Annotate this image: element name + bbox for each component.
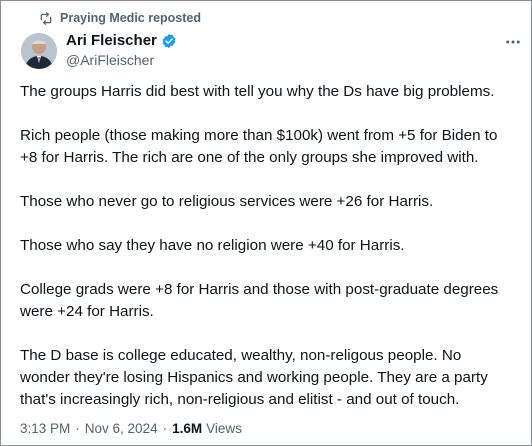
meta-separator: · bbox=[162, 421, 168, 436]
tweet-paragraph: The D base is college educated, wealthy,… bbox=[20, 347, 488, 408]
repost-text: Praying Medic reposted bbox=[60, 11, 202, 25]
views-label[interactable]: Views bbox=[206, 421, 242, 436]
more-options-button[interactable] bbox=[502, 31, 524, 53]
tweet-time[interactable]: 3:13 PM bbox=[20, 421, 70, 436]
tweet-meta: 3:13 PM · Nov 6, 2024 · 1.6M Views bbox=[20, 421, 242, 436]
tweet-card: Praying Medic reposted Ari Fleischer @Ar… bbox=[0, 0, 532, 446]
avatar-image bbox=[21, 33, 57, 69]
meta-separator: · bbox=[75, 421, 80, 436]
tweet-paragraph: Those who never go to religious services… bbox=[20, 193, 434, 210]
tweet-paragraph: Rich people (those making more than $100… bbox=[20, 127, 498, 166]
tweet-paragraph: College grads were +8 for Harris and tho… bbox=[20, 281, 499, 320]
author-name-row[interactable]: Ari Fleischer bbox=[66, 32, 177, 49]
repost-indicator[interactable]: Praying Medic reposted bbox=[39, 11, 201, 25]
repost-icon bbox=[40, 11, 52, 25]
tweet-paragraph: The groups Harris did best with tell you… bbox=[20, 83, 495, 100]
tweet-date[interactable]: Nov 6, 2024 bbox=[85, 421, 158, 436]
author-handle[interactable]: @AriFleischer bbox=[66, 52, 154, 68]
tweet-paragraph: Those who say they have no religion were… bbox=[20, 237, 405, 254]
verified-badge-icon bbox=[161, 33, 177, 49]
more-options-icon bbox=[506, 40, 520, 44]
avatar[interactable] bbox=[21, 33, 57, 69]
tweet-text: The groups Harris did best with tell you… bbox=[20, 81, 526, 433]
views-count[interactable]: 1.6M bbox=[172, 421, 202, 436]
author-name[interactable]: Ari Fleischer bbox=[66, 32, 157, 49]
